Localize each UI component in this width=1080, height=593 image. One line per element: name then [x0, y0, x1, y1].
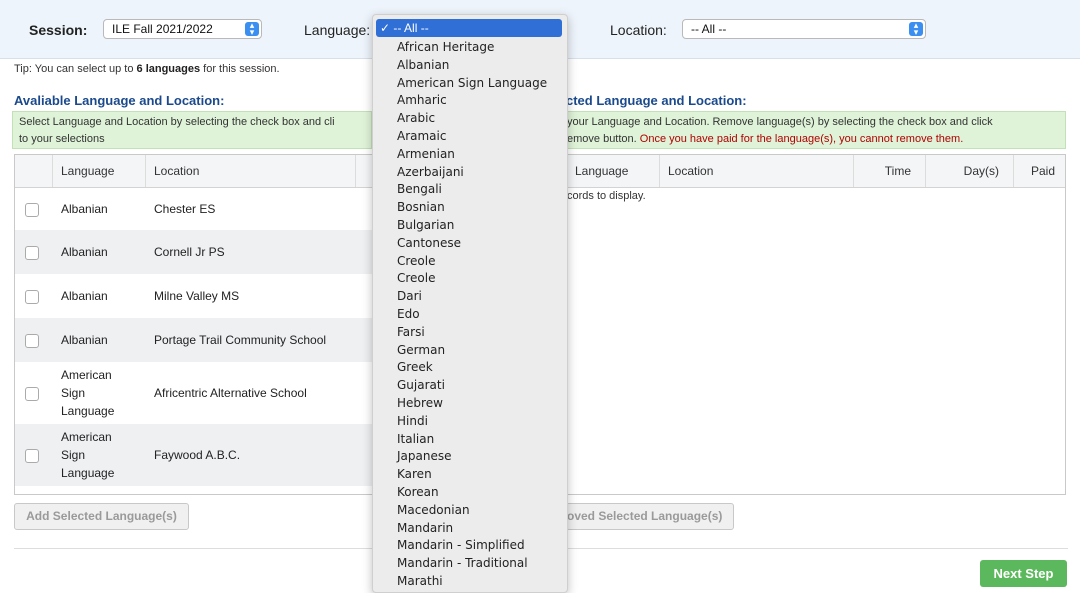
- row-checkbox[interactable]: [25, 203, 39, 217]
- next-step-button[interactable]: Next Step: [980, 560, 1067, 587]
- dropdown-option[interactable]: Cantonese: [397, 235, 461, 253]
- dropdown-option[interactable]: Armenian: [397, 146, 455, 164]
- table-row[interactable]: American Sign Language Faywood A.B.C.: [15, 424, 372, 486]
- dropdown-option-selected[interactable]: ✓ -- All --: [376, 19, 562, 37]
- select-arrows-icon: ▴ ▾: [909, 21, 923, 37]
- dropdown-option[interactable]: American Sign Language: [397, 75, 547, 93]
- dropdown-option[interactable]: Greek: [397, 359, 433, 377]
- dropdown-option[interactable]: Macedonian: [397, 502, 470, 520]
- dropdown-option[interactable]: Creole: [397, 253, 436, 271]
- dropdown-option[interactable]: Bosnian: [397, 199, 445, 217]
- column-header-language[interactable]: Language: [53, 155, 146, 187]
- table-row[interactable]: Albanian Milne Valley MS: [15, 274, 372, 318]
- table-row[interactable]: Albanian Portage Trail Community School: [15, 318, 372, 362]
- tip-text: Tip: You can select up to 6 languages fo…: [14, 63, 280, 75]
- dropdown-option[interactable]: Dari: [397, 288, 422, 306]
- column-header-time[interactable]: Time: [854, 155, 926, 187]
- row-checkbox[interactable]: [25, 246, 39, 260]
- dropdown-option[interactable]: African Heritage: [397, 39, 494, 57]
- dropdown-option[interactable]: Mandarin: [397, 520, 453, 538]
- empty-message: cords to display.: [567, 190, 646, 202]
- table-header: Language Location: [15, 155, 372, 188]
- location-label: Location:: [610, 22, 667, 38]
- selected-info: your Language and Location. Remove langu…: [566, 111, 1066, 149]
- location-select[interactable]: -- All -- ▴ ▾: [682, 19, 926, 39]
- dropdown-option[interactable]: Bengali: [397, 181, 442, 199]
- dropdown-option[interactable]: Azerbaijani: [397, 164, 464, 182]
- available-heading: Avaliable Language and Location:: [14, 93, 225, 108]
- dropdown-option[interactable]: Bulgarian: [397, 217, 454, 235]
- column-header-language[interactable]: Language: [567, 155, 660, 187]
- column-header-paid[interactable]: Paid: [1014, 155, 1065, 187]
- table-row[interactable]: American Sign Language Africentric Alter…: [15, 362, 372, 424]
- dropdown-option[interactable]: Hindi: [397, 413, 428, 431]
- session-select[interactable]: ILE Fall 2021/2022 ▴ ▾: [103, 19, 262, 39]
- dropdown-option[interactable]: Gujarati: [397, 377, 445, 395]
- remove-selected-languages-button[interactable]: oved Selected Language(s): [566, 503, 734, 530]
- dropdown-option[interactable]: Italian: [397, 431, 434, 449]
- dropdown-option[interactable]: Creole: [397, 270, 436, 288]
- column-header-location[interactable]: Location: [146, 155, 356, 187]
- dropdown-option[interactable]: Marathi: [397, 573, 443, 591]
- dropdown-option[interactable]: Korean: [397, 484, 439, 502]
- dropdown-option[interactable]: Arabic: [397, 110, 435, 128]
- dropdown-option[interactable]: Mandarin - Simplified: [397, 537, 525, 555]
- row-checkbox[interactable]: [25, 387, 39, 401]
- row-checkbox[interactable]: [25, 290, 39, 304]
- table-header: Language Location Time Day(s) Paid: [567, 155, 1065, 188]
- language-dropdown-menu[interactable]: ✓ -- All -- African Heritage Albanian Amer…: [372, 14, 568, 593]
- add-selected-languages-button[interactable]: Add Selected Language(s): [14, 503, 189, 530]
- available-info: Select Language and Location by selectin…: [12, 111, 372, 149]
- session-select-value: ILE Fall 2021/2022: [112, 22, 213, 36]
- column-header-days[interactable]: Day(s): [926, 155, 1014, 187]
- dropdown-option[interactable]: Edo: [397, 306, 420, 324]
- table-row[interactable]: Albanian Chester ES: [15, 187, 372, 230]
- selected-heading: cted Language and Location:: [566, 93, 747, 108]
- language-label: Language:: [304, 22, 371, 38]
- dropdown-option[interactable]: Albanian: [397, 57, 449, 75]
- dropdown-option[interactable]: German: [397, 342, 445, 360]
- dropdown-option[interactable]: Japanese: [397, 448, 452, 466]
- dropdown-option[interactable]: Amharic: [397, 92, 447, 110]
- dropdown-option[interactable]: Karen: [397, 466, 432, 484]
- dropdown-option[interactable]: Aramaic: [397, 128, 446, 146]
- dropdown-option[interactable]: Farsi: [397, 324, 425, 342]
- table-row[interactable]: Albanian Cornell Jr PS: [15, 230, 372, 274]
- session-label: Session:: [29, 22, 88, 38]
- select-arrows-icon: ▴ ▾: [245, 21, 259, 37]
- selected-table: Language Location Time Day(s) Paid cords…: [566, 154, 1066, 495]
- row-checkbox[interactable]: [25, 334, 39, 348]
- dropdown-option[interactable]: Hebrew: [397, 395, 443, 413]
- location-select-value: -- All --: [691, 22, 727, 36]
- dropdown-option[interactable]: Mandarin - Traditional: [397, 555, 528, 573]
- available-table: Language Location Albanian Chester ES Al…: [14, 154, 373, 495]
- column-header-location[interactable]: Location: [660, 155, 854, 187]
- row-checkbox[interactable]: [25, 449, 39, 463]
